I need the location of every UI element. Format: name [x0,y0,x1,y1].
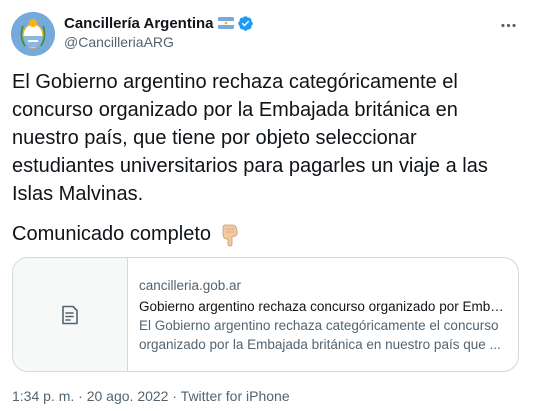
tweet-date[interactable]: 20 ago. 2022 [87,388,169,404]
link-card-description-line1: El Gobierno argentino rechaza categórica… [139,317,499,333]
link-card-title: Gobierno argentino rechaza concurso orga… [139,298,507,314]
link-card-domain: cancilleria.gob.ar [139,277,242,293]
document-icon [62,305,78,324]
tweet-source[interactable]: Twitter for iPhone [181,388,290,404]
meta-separator: · [74,388,87,404]
argentina-flag-icon [217,17,234,29]
link-card-text: cancilleria.gob.ar Gobierno argentino re… [128,258,518,371]
tweet-cta: Comunicado completo [12,220,243,248]
more-options-button[interactable] [497,14,519,36]
author-name-row: Cancillería Argentina [64,13,254,33]
tweet-text: El Gobierno argentino rechaza categórica… [12,71,488,205]
author-name[interactable]: Cancillería Argentina [64,15,214,32]
cta-text: Comunicado completo [12,223,211,245]
link-card-description-line2: organizado por la Embajada británica en … [139,336,501,352]
backhand-index-pointing-down-icon [222,224,238,247]
link-preview-card[interactable]: cancilleria.gob.ar Gobierno argentino re… [12,257,519,372]
link-card-thumbnail [13,258,128,371]
tweet-metadata: 1:34 p. m. · 20 ago. 2022 · Twitter for … [12,388,290,404]
tweet-time[interactable]: 1:34 p. m. [12,388,74,404]
coat-of-arms-icon [11,12,55,56]
more-options-icon [500,23,516,27]
author-handle[interactable]: @CancilleriaARG [64,34,174,50]
verified-badge-icon [237,15,253,31]
avatar[interactable] [11,12,55,56]
meta-separator-2: · [168,388,181,404]
